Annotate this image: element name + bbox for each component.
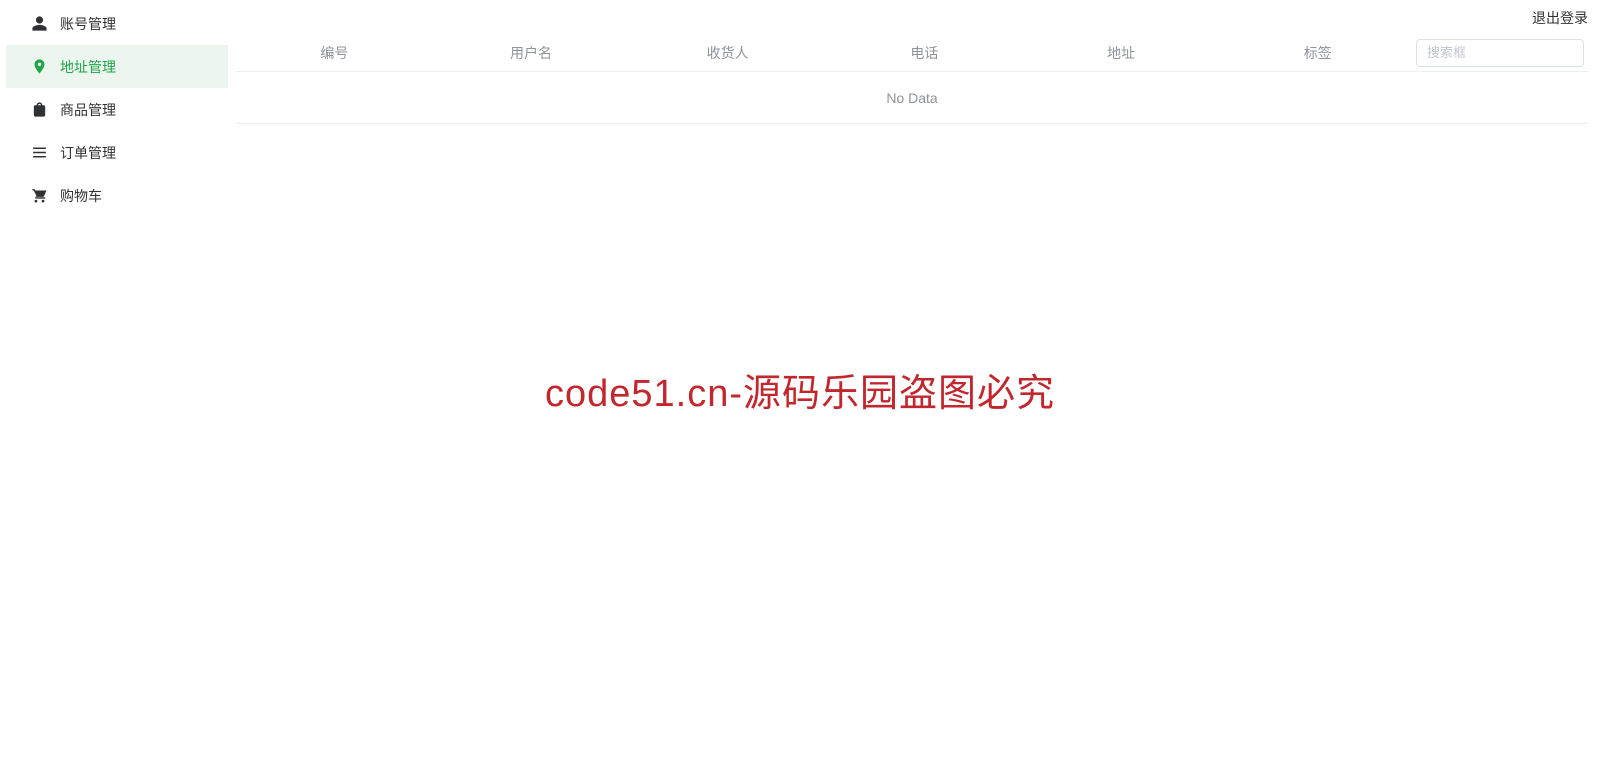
- sidebar-item-label: 地址管理: [60, 57, 116, 77]
- sidebar-item-order[interactable]: 订单管理: [6, 131, 228, 174]
- sidebar-item-product[interactable]: 商品管理: [6, 88, 228, 131]
- main-content: 编号 用户名 收货人 电话 地址 标签 No Data: [236, 34, 1588, 124]
- col-id: 编号: [236, 43, 433, 63]
- user-icon: [30, 15, 48, 33]
- sidebar-item-address[interactable]: 地址管理: [6, 45, 228, 88]
- location-icon: [30, 58, 48, 76]
- address-table: 编号 用户名 收货人 电话 地址 标签 No Data: [236, 34, 1588, 124]
- col-tag: 标签: [1219, 43, 1416, 63]
- col-search: [1416, 39, 1588, 67]
- col-address: 地址: [1023, 43, 1220, 63]
- header: 退出登录: [1532, 8, 1588, 28]
- watermark-text: code51.cn-源码乐园盗图必究: [0, 362, 1600, 417]
- col-receiver: 收货人: [629, 43, 826, 63]
- sidebar-item-label: 订单管理: [60, 143, 116, 163]
- table-header: 编号 用户名 收货人 电话 地址 标签: [236, 34, 1588, 72]
- logout-link[interactable]: 退出登录: [1532, 10, 1588, 26]
- bag-icon: [30, 101, 48, 119]
- table-empty: No Data: [236, 72, 1588, 124]
- sidebar-item-label: 商品管理: [60, 100, 116, 120]
- sidebar-item-account[interactable]: 账号管理: [6, 2, 228, 45]
- col-phone: 电话: [826, 43, 1023, 63]
- sidebar: 账号管理 地址管理 商品管理 订单管理 购物车: [6, 2, 228, 217]
- sidebar-item-cart[interactable]: 购物车: [6, 174, 228, 217]
- sidebar-item-label: 账号管理: [60, 14, 116, 34]
- col-username: 用户名: [433, 43, 630, 63]
- sidebar-item-label: 购物车: [60, 186, 102, 206]
- list-icon: [30, 144, 48, 162]
- search-input[interactable]: [1416, 39, 1584, 67]
- cart-icon: [30, 187, 48, 205]
